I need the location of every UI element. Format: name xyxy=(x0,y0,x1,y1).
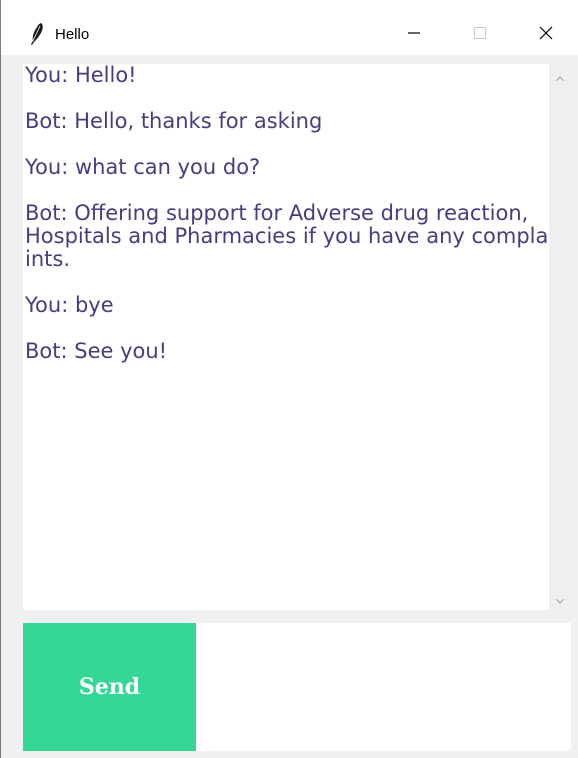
chat-scrollbar[interactable] xyxy=(549,64,571,610)
chat-log[interactable]: You: Hello! Bot: Hello, thanks for askin… xyxy=(23,64,549,610)
scroll-up-icon[interactable] xyxy=(554,70,566,82)
minimize-icon xyxy=(408,31,420,34)
message-input[interactable] xyxy=(196,623,571,751)
minimize-button[interactable] xyxy=(391,10,437,55)
close-button[interactable] xyxy=(523,10,569,55)
chat-transcript: You: Hello! Bot: Hello, thanks for askin… xyxy=(25,64,549,363)
close-icon xyxy=(539,26,553,39)
title-bar[interactable]: Hello xyxy=(1,0,578,55)
window-title: Hello xyxy=(55,26,90,43)
app-window: Hello You: Hello! Bot: Hello, thanks for… xyxy=(0,0,578,758)
maximize-button[interactable] xyxy=(457,10,503,55)
scroll-down-icon[interactable] xyxy=(554,592,566,604)
send-button[interactable]: Send xyxy=(23,623,196,751)
feather-icon xyxy=(29,22,45,46)
maximize-icon xyxy=(474,26,486,39)
